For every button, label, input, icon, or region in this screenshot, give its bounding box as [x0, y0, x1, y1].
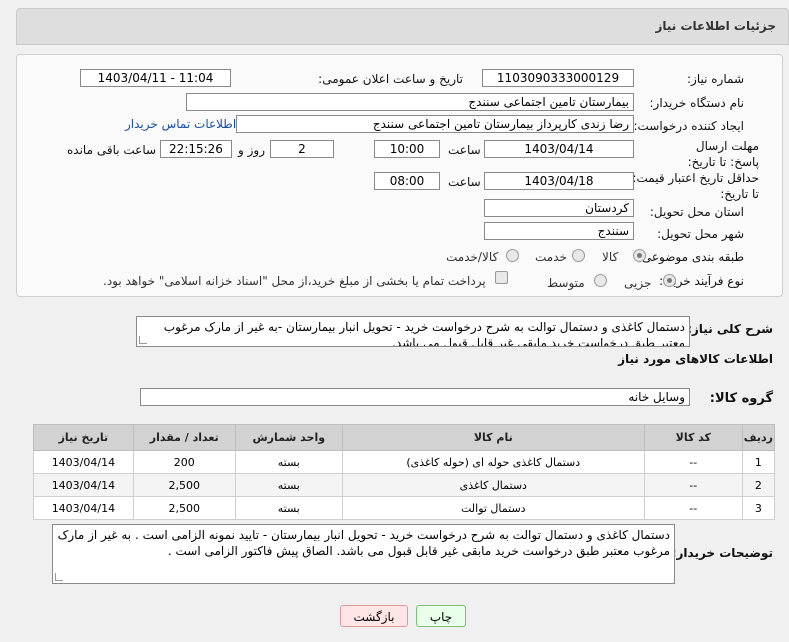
category-option-goods: کالا [602, 250, 619, 264]
validity-time-label: ساعت [448, 175, 481, 189]
row-index: 3 [741, 496, 776, 520]
validity-date-field[interactable]: 1403/04/18 [484, 172, 634, 190]
need-number-field[interactable]: 1103090333000129 [482, 69, 634, 87]
row-date: 1403/04/14 [33, 473, 134, 497]
announce-label: تاریخ و ساعت اعلان عمومی: [318, 72, 463, 86]
row-qty: 2,500 [132, 473, 236, 497]
col-unit: واحد شمارش [234, 424, 343, 451]
process-option-minor: جزیی [624, 276, 652, 290]
buyer-org-label: نام دستگاه خریدار: [649, 96, 745, 110]
col-qty: تعداد / مقدار [132, 424, 236, 451]
need-number-label: شماره نیاز: [687, 72, 744, 86]
remaining-time-field[interactable]: 22:15:26 [160, 140, 232, 158]
row-name: دستمال توالت [341, 496, 645, 520]
buyer-contact-link[interactable]: اطلاعات تماس خریدار [125, 117, 236, 131]
goods-table-header: ردیف کد کالا نام کالا واحد شمارش تعداد /… [33, 424, 776, 451]
page-header: جزئیات اطلاعات نیاز [16, 8, 789, 45]
table-row[interactable]: 3 -- دستمال توالت بسته 2,500 1403/04/14 [33, 496, 776, 520]
print-button[interactable]: چاپ [416, 605, 466, 627]
buyer-notes-text: دستمال کاغذی و دستمال توالت به شرح درخوا… [57, 528, 670, 558]
treasury-payment-checkbox[interactable] [495, 271, 508, 284]
province-field[interactable]: کردستان [484, 199, 634, 217]
days-field[interactable]: 2 [270, 140, 334, 158]
remaining-label: ساعت باقی مانده [67, 143, 157, 157]
resize-handle-icon[interactable] [139, 336, 147, 344]
city-field[interactable]: سنندج [484, 222, 634, 240]
row-date: 1403/04/14 [33, 496, 134, 520]
deadline-label: مهلت ارسال پاسخ: تا تاریخ: [687, 139, 759, 169]
row-unit: بسته [234, 450, 343, 474]
col-name: نام کالا [341, 424, 645, 451]
goods-section-title: اطلاعات کالاهای مورد نیاز [618, 352, 773, 366]
announce-field[interactable]: 1403/04/11 - 11:04 [80, 69, 231, 87]
buyer-notes-textarea[interactable]: دستمال کاغذی و دستمال توالت به شرح درخوا… [52, 524, 675, 584]
requester-field[interactable]: رضا زندی کارپرداز بیمارستان تامین اجتماع… [236, 115, 634, 133]
resize-handle-icon[interactable] [55, 573, 63, 581]
buyer-notes-label: توضیحات خریدار: [671, 546, 773, 560]
deadline-time-label: ساعت [448, 143, 481, 157]
validity-time-field[interactable]: 08:00 [374, 172, 440, 190]
col-code: کد کالا [643, 424, 743, 451]
city-label: شهر محل تحویل: [657, 227, 744, 241]
deadline-date-field[interactable]: 1403/04/14 [484, 140, 634, 158]
row-code: -- [643, 473, 743, 497]
back-button[interactable]: بازگشت [340, 605, 408, 627]
table-row[interactable]: 1 -- دستمال کاغذی حوله ای (حوله کاغذی) ب… [33, 450, 776, 474]
table-row[interactable]: 2 -- دستمال کاغذی بسته 2,500 1403/04/14 [33, 473, 776, 497]
row-index: 1 [741, 450, 776, 474]
validity-label: حداقل تاریخ اعتبار قیمت: تا تاریخ: [632, 171, 759, 201]
row-name: دستمال کاغذی حوله ای (حوله کاغذی) [341, 450, 645, 474]
province-label: استان محل تحویل: [649, 205, 744, 219]
row-unit: بسته [234, 473, 343, 497]
page-title: جزئیات اطلاعات نیاز [655, 19, 776, 33]
buyer-org-field[interactable]: بیمارستان تامین اجتماعی سنندج [186, 93, 634, 111]
col-date: تاریخ نیاز [33, 424, 134, 451]
row-unit: بسته [234, 496, 343, 520]
category-radio-goods-service[interactable] [506, 249, 519, 262]
category-label: طبقه بندی موضوعی: [637, 250, 744, 264]
row-qty: 200 [132, 450, 236, 474]
process-radio-minor[interactable] [663, 274, 676, 287]
col-index: ردیف [741, 424, 776, 451]
description-text: دستمال کاغذی و دستمال توالت به شرح درخوا… [163, 320, 685, 347]
category-option-goods-service: کالا/خدمت [446, 250, 499, 264]
description-textarea[interactable]: دستمال کاغذی و دستمال توالت به شرح درخوا… [136, 316, 690, 347]
goods-table: ردیف کد کالا نام کالا واحد شمارش تعداد /… [33, 424, 776, 520]
description-label: شرح کلی نیاز: [687, 322, 773, 336]
deadline-time-field[interactable]: 10:00 [374, 140, 440, 158]
requester-label: ایجاد کننده درخواست: [633, 119, 744, 133]
row-code: -- [643, 496, 743, 520]
goods-group-field[interactable]: وسایل خانه [140, 388, 690, 406]
process-option-medium: متوسط [547, 276, 585, 290]
row-index: 2 [741, 473, 776, 497]
row-date: 1403/04/14 [33, 450, 134, 474]
process-radio-medium[interactable] [594, 274, 607, 287]
category-radio-goods[interactable] [633, 249, 646, 262]
row-name: دستمال کاغذی [341, 473, 645, 497]
category-radio-service[interactable] [572, 249, 585, 262]
row-code: -- [643, 450, 743, 474]
category-option-service: خدمت [535, 250, 567, 264]
days-label: روز و [238, 143, 265, 157]
treasury-payment-note: پرداخت تمام یا بخشی از مبلغ خرید،از محل … [103, 274, 486, 288]
goods-group-label: گروه کالا: [709, 391, 773, 406]
row-qty: 2,500 [132, 496, 236, 520]
